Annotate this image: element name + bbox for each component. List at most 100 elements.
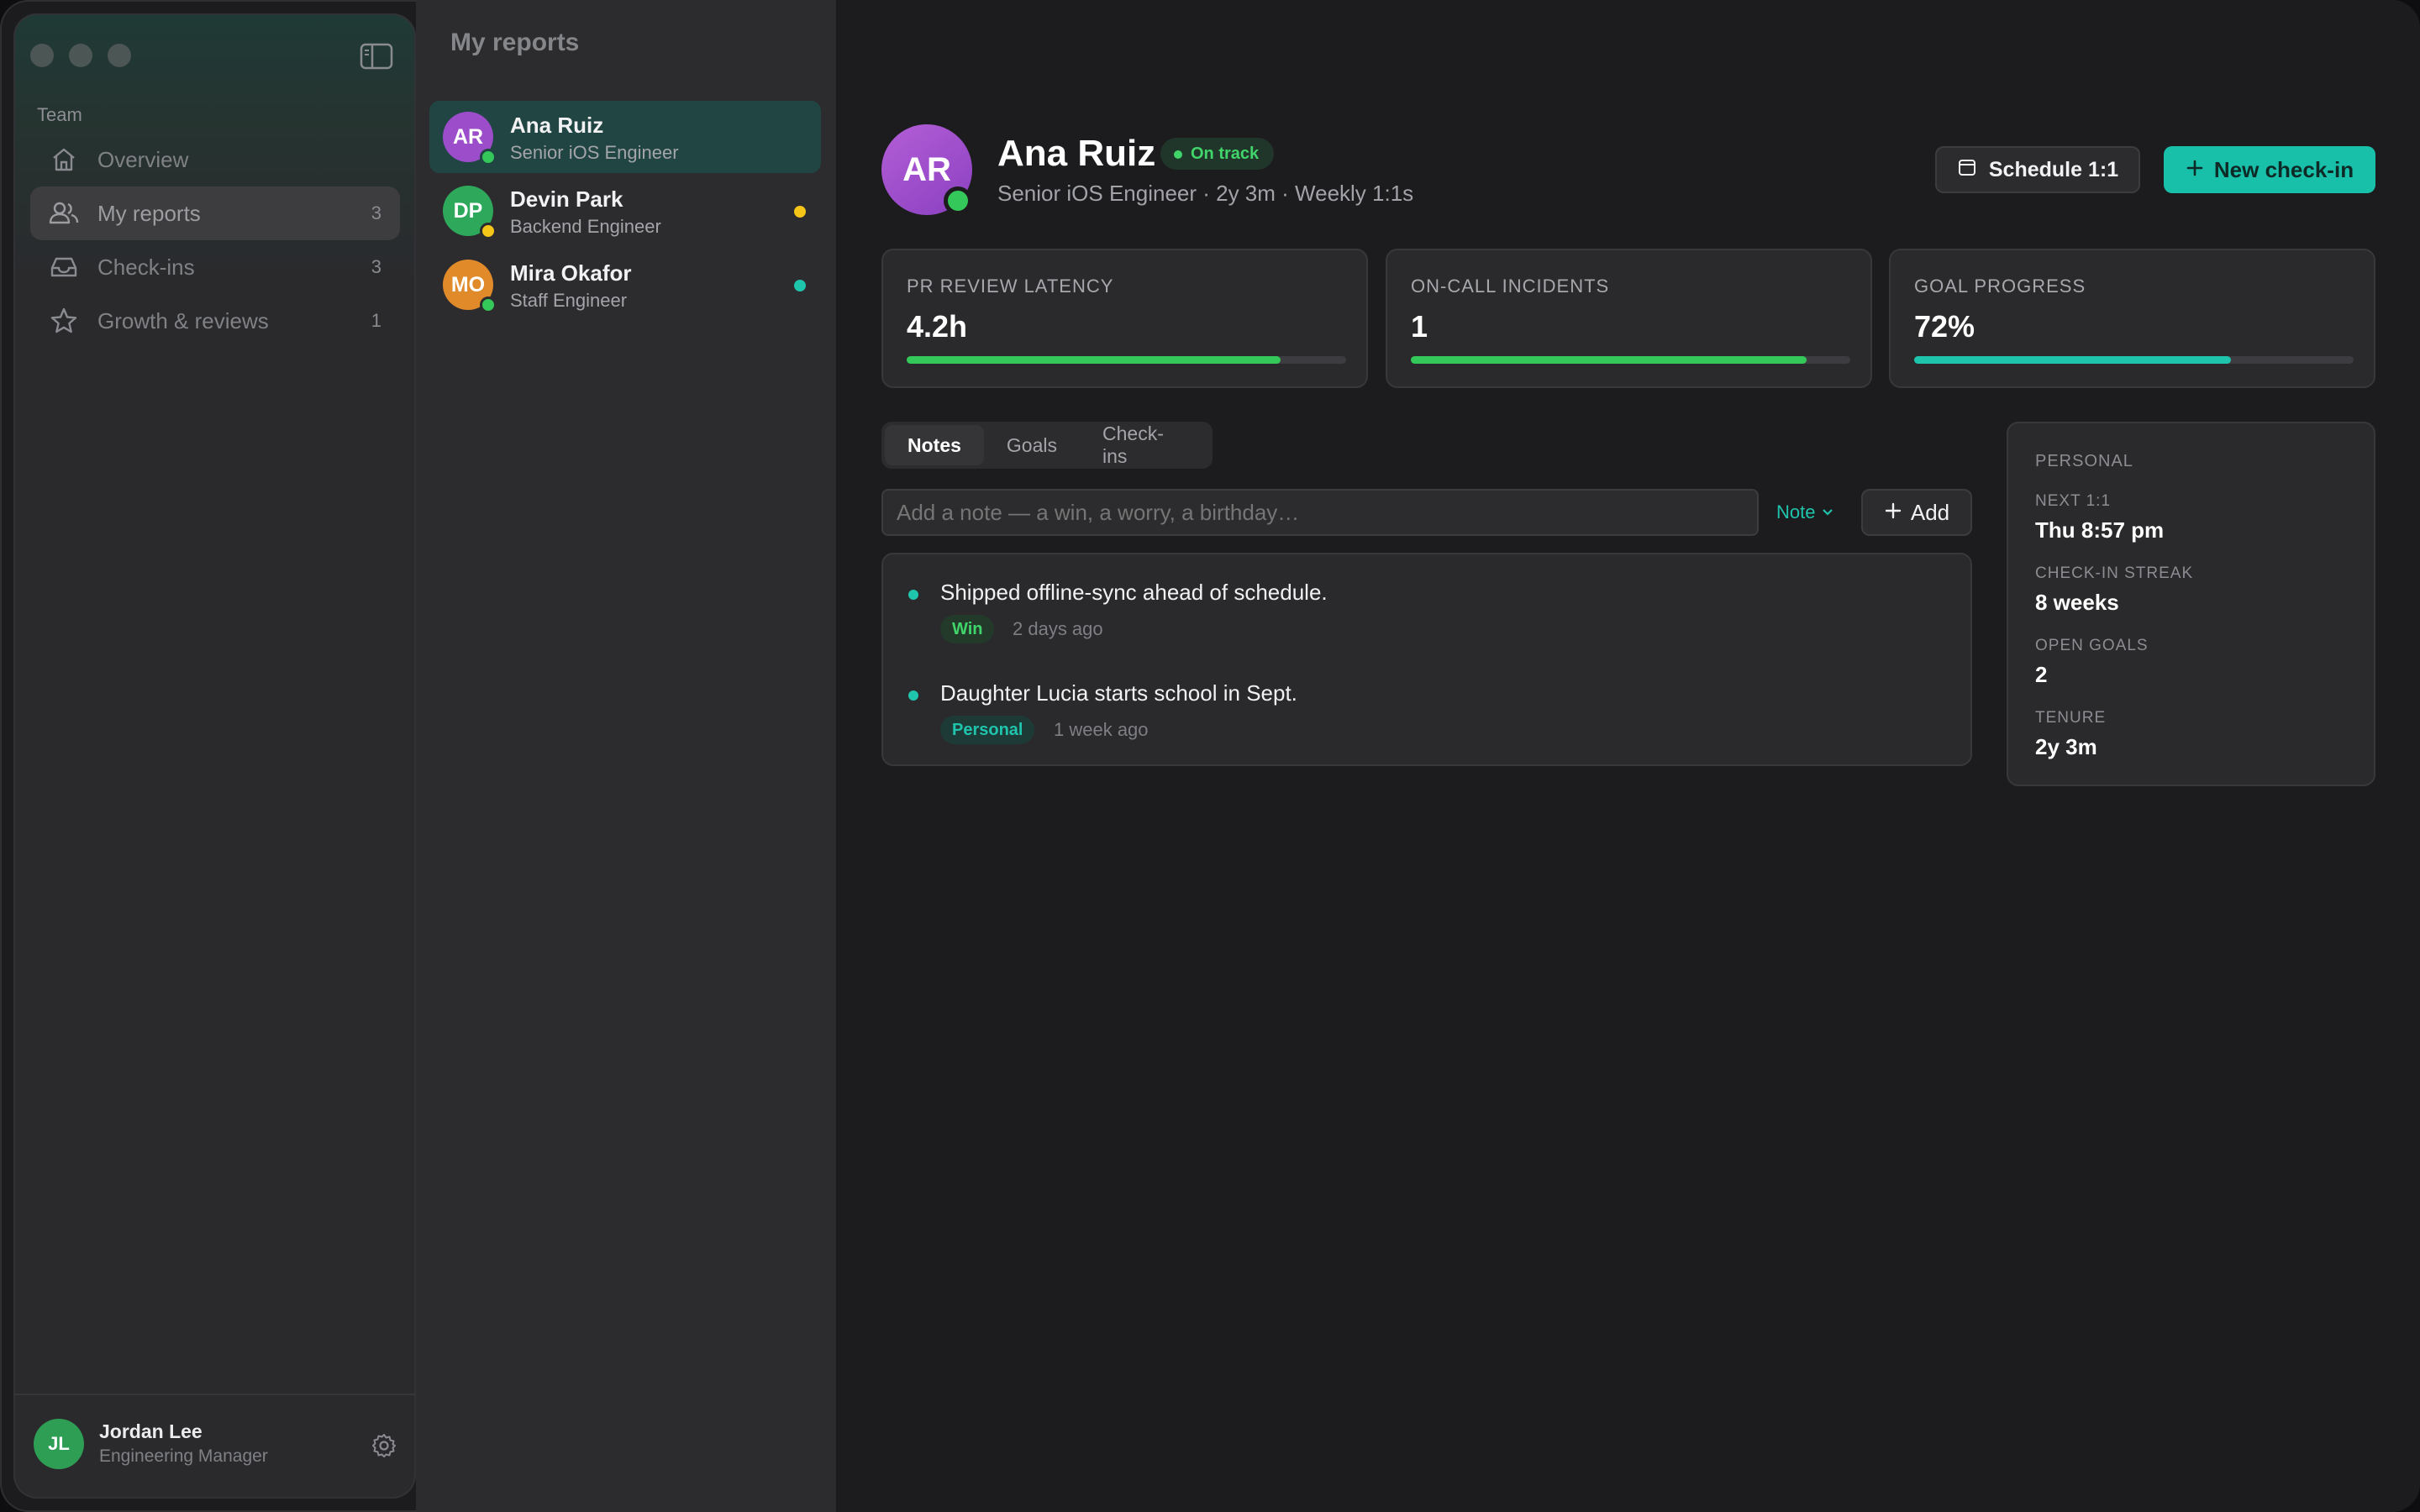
stat-label: CHECK-IN STREAK xyxy=(2035,564,2194,582)
current-user-card[interactable]: JL Jordan Lee Engineering Manager xyxy=(13,1394,416,1499)
progress-bar xyxy=(1411,356,1850,364)
stat-label: TENURE xyxy=(2035,709,2107,727)
sidebar-item-count: 1 xyxy=(371,310,381,331)
close-window-button[interactable] xyxy=(30,44,54,67)
note-bullet xyxy=(908,590,918,600)
page-title: My reports xyxy=(450,29,580,56)
stat-value: 2 xyxy=(2035,662,2048,687)
sidebar-item-label: Growth & reviews xyxy=(97,307,269,333)
people-icon xyxy=(49,198,79,228)
metric-label: ON-CALL INCIDENTS xyxy=(1411,276,1610,297)
inbox-icon xyxy=(49,252,79,282)
metric-value: 72% xyxy=(1914,309,1975,344)
status-badge: On track xyxy=(1160,138,1275,170)
report-role: Staff Engineer xyxy=(510,290,628,311)
note-type-label: Note xyxy=(1776,501,1816,522)
report-detail: AR Ana Ruiz On track Senior iOS Engineer… xyxy=(838,0,2420,1512)
app-window: Team Overview My reports 3 Check-ins 3 G… xyxy=(0,0,2420,1512)
chevron-down-icon xyxy=(1821,501,1834,522)
stat-value: 8 weeks xyxy=(2035,590,2119,615)
schedule-button-label: Schedule 1:1 xyxy=(1988,157,2119,181)
list-item[interactable]: DP Devin Park Backend Engineer xyxy=(429,175,821,247)
new-check-in-button[interactable]: New check-in xyxy=(2164,146,2375,193)
stat-check-in-streak: CHECK-IN STREAK 8 weeks xyxy=(2035,564,2193,616)
stat-next-one-on-one: NEXT 1:1 Thu 8:57 pm xyxy=(2035,492,2164,543)
plus-icon xyxy=(2186,157,2204,183)
presence-dot xyxy=(480,149,497,165)
personal-card: PERSONAL NEXT 1:1 Thu 8:57 pm CHECK-IN S… xyxy=(2007,422,2375,786)
section-label-team: Team xyxy=(37,104,82,125)
sidebar-item-growth-reviews[interactable]: Growth & reviews 1 xyxy=(30,294,400,348)
sidebar-item-overview[interactable]: Overview xyxy=(30,133,400,186)
tab-notes[interactable]: Notes xyxy=(885,425,984,465)
note-input[interactable] xyxy=(881,489,1759,536)
sidebar-item-my-reports[interactable]: My reports 3 xyxy=(30,186,400,240)
user-name: Jordan Lee xyxy=(99,1420,203,1442)
user-role: Engineering Manager xyxy=(99,1446,268,1466)
report-name: Ana Ruiz xyxy=(510,113,604,138)
card-heading: PERSONAL xyxy=(2035,452,2133,470)
note-tag: Win xyxy=(940,615,995,643)
stat-tenure: TENURE 2y 3m xyxy=(2035,709,2106,760)
sidebar: Team Overview My reports 3 Check-ins 3 G… xyxy=(13,13,416,1499)
sidebar-item-label: Check-ins xyxy=(97,254,195,280)
attention-indicator xyxy=(794,206,806,218)
progress-bar xyxy=(1914,356,2354,364)
list-item[interactable]: AR Ana Ruiz Senior iOS Engineer xyxy=(429,101,821,173)
note-timestamp: 1 week ago xyxy=(1054,719,1149,740)
metric-value: 4.2h xyxy=(907,309,968,344)
sidebar-item-check-ins[interactable]: Check-ins 3 xyxy=(30,240,400,294)
progress-bar xyxy=(907,356,1346,364)
zoom-window-button[interactable] xyxy=(108,44,131,67)
progress-fill xyxy=(1411,356,1807,364)
avatar: JL xyxy=(34,1419,84,1469)
metric-label: GOAL PROGRESS xyxy=(1914,276,2086,297)
notes-list: Shipped offline-sync ahead of schedule. … xyxy=(881,553,1972,766)
note-tag: Personal xyxy=(940,716,1035,744)
tab-check-ins[interactable]: Check-ins xyxy=(1080,423,1209,467)
gear-icon[interactable] xyxy=(371,1432,397,1459)
add-note-button[interactable]: Add xyxy=(1861,489,1972,536)
report-name: Devin Park xyxy=(510,186,623,212)
metric-card-goal-progress: GOAL PROGRESS 72% xyxy=(1889,249,2375,388)
metric-value: 1 xyxy=(1411,309,1428,344)
window-controls xyxy=(30,44,131,67)
sidebar-item-label: Overview xyxy=(97,146,189,172)
note-timestamp: 2 days ago xyxy=(1013,618,1103,639)
home-icon xyxy=(49,144,79,175)
plus-icon xyxy=(1884,500,1902,526)
note-type-dropdown[interactable]: Note xyxy=(1776,489,1834,536)
calendar-icon xyxy=(1957,157,1977,183)
progress-fill xyxy=(1914,356,2231,364)
metric-label: PR REVIEW LATENCY xyxy=(907,276,1114,297)
note-text: Daughter Lucia starts school in Sept. xyxy=(940,680,1297,706)
tab-bar: Notes Goals Check-ins xyxy=(881,422,1213,469)
profile-subtitle: Senior iOS Engineer · 2y 3m · Weekly 1:1… xyxy=(997,181,1414,206)
metric-card-on-call-incidents: ON-CALL INCIDENTS 1 xyxy=(1386,249,1872,388)
report-role: Senior iOS Engineer xyxy=(510,142,679,163)
sidebar-item-count: 3 xyxy=(371,202,381,223)
presence-dot xyxy=(944,186,972,215)
star-icon xyxy=(49,306,79,336)
sidebar-nav: Overview My reports 3 Check-ins 3 Growth… xyxy=(30,133,400,348)
stat-label: OPEN GOALS xyxy=(2035,637,2149,654)
sidebar-toggle-icon[interactable] xyxy=(360,42,393,71)
add-note-label: Add xyxy=(1910,499,1950,525)
stat-label: NEXT 1:1 xyxy=(2035,492,2112,510)
profile-name: Ana Ruiz xyxy=(997,133,1156,174)
schedule-button[interactable]: Schedule 1:1 xyxy=(1935,146,2140,193)
stat-value: Thu 8:57 pm xyxy=(2035,517,2165,543)
note-text: Shipped offline-sync ahead of schedule. xyxy=(940,580,1328,605)
stat-open-goals: OPEN GOALS 2 xyxy=(2035,637,2149,688)
sidebar-item-label: My reports xyxy=(97,200,201,226)
presence-dot xyxy=(480,223,497,239)
metric-card-pr-review-latency: PR REVIEW LATENCY 4.2h xyxy=(881,249,1368,388)
new-check-in-label: New check-in xyxy=(2213,156,2354,182)
tab-goals[interactable]: Goals xyxy=(984,425,1080,465)
stat-value: 2y 3m xyxy=(2035,734,2097,759)
presence-dot xyxy=(480,297,497,313)
note-bullet xyxy=(908,690,918,701)
minimize-window-button[interactable] xyxy=(69,44,92,67)
list-item[interactable]: MO Mira Okafor Staff Engineer xyxy=(429,249,821,321)
sidebar-item-count: 3 xyxy=(371,256,381,277)
